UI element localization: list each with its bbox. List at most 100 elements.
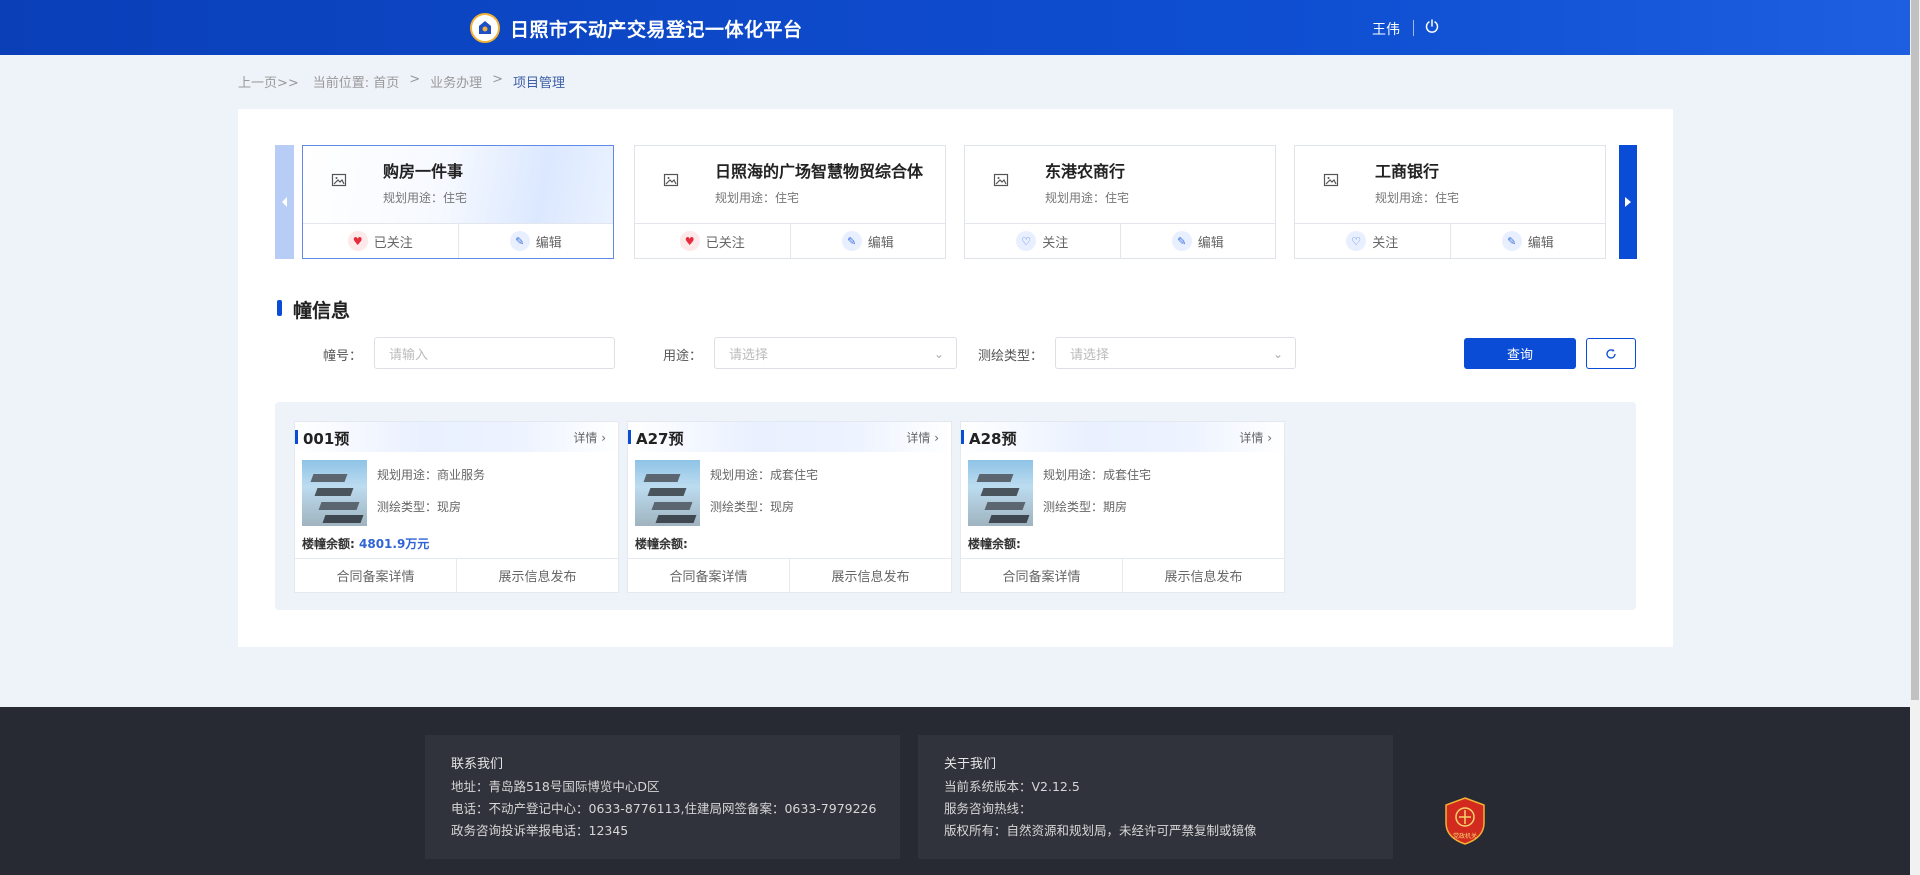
image-placeholder-icon [1323,172,1339,188]
page-scrollbar[interactable] [1910,0,1920,875]
project-use: 规划用途：住宅 [715,191,800,205]
about-copyright: 版权所有：自然资源和规划局，未经许可严禁复制或镜像 [944,823,1257,838]
breadcrumb-sep: > [492,72,504,87]
edit-button[interactable]: ✎ 编辑 [789,224,946,258]
contract-detail-button[interactable]: 合同备案详情 [295,559,456,592]
carousel-next-button[interactable] [1619,145,1637,259]
breadcrumb-current: 项目管理 [513,76,566,91]
image-placeholder-icon [663,172,679,188]
survey-type-label: 测绘类型： [978,349,1044,364]
government-badge-icon[interactable]: 党政机关 [1444,797,1486,845]
project-use: 规划用途：住宅 [383,191,468,205]
platform-logo [470,13,500,43]
contact-title: 联系我们 [451,757,504,772]
edit-icon: ✎ [509,231,530,251]
building-no-input[interactable]: 请输入 [374,337,615,369]
breadcrumb-home[interactable]: 首页 [373,72,399,91]
building-detail-link[interactable]: 详情 › [906,429,939,446]
contact-address: 地址：青岛路518号国际博览中心D区 [451,779,660,794]
user-name[interactable]: 王伟 [1372,19,1400,39]
svg-text:党政机关: 党政机关 [1453,832,1477,840]
project-use: 规划用途：住宅 [1045,191,1130,205]
building-no-placeholder: 请输入 [389,347,429,363]
heart-filled-icon: ♥ [347,231,368,251]
logout-power-icon[interactable] [1424,18,1442,36]
chevron-right-icon: › [934,431,939,445]
building-accent-bar [628,430,631,444]
follow-label: 关注 [1042,235,1069,251]
building-balance: 楼幢余额: [968,535,1021,552]
project-name: 购房一件事 [383,162,464,181]
building-detail-link[interactable]: 详情 › [573,429,606,446]
project-name: 工商银行 [1375,162,1440,181]
building-balance: 楼幢余额: [635,535,688,552]
image-placeholder-icon [993,172,1009,188]
edit-button[interactable]: ✎ 编辑 [1119,224,1276,258]
logo-emblem-icon [479,21,491,34]
breadcrumb: 上一页>> 当前位置: 首页 > 业务办理 > 项目管理 [238,72,565,91]
about-box: 关于我们 当前系统版本：V2.12.5 服务咨询热线： 版权所有：自然资源和规划… [918,735,1393,859]
refresh-button[interactable] [1586,338,1636,369]
edit-button[interactable]: ✎ 编辑 [457,224,614,258]
query-button[interactable]: 查询 [1464,338,1576,369]
heart-filled-icon: ♥ [679,231,700,251]
refresh-icon [1606,348,1616,359]
publish-info-button[interactable]: 展示信息发布 [1122,559,1284,592]
project-name: 日照海的广场智慧物贸综合体 [715,162,924,181]
edit-icon: ✎ [1171,231,1192,251]
publish-info-button[interactable]: 展示信息发布 [456,559,618,592]
publish-info-button[interactable]: 展示信息发布 [789,559,951,592]
project-card-actions: ♥ 已关注 ✎ 编辑 [303,223,613,258]
section-accent-bar [277,300,282,316]
edit-label: 编辑 [867,235,894,251]
breadcrumb-position-label: 当前位置: [312,76,370,91]
section-title: 幢信息 [293,300,351,322]
edit-label: 编辑 [1197,235,1224,251]
project-card[interactable]: 购房一件事 规划用途：住宅 ♥ 已关注 ✎ 编辑 [302,145,614,259]
building-card: 001预 详情 › 规划用途：商业服务 测绘类型：现房 楼幢余额: 4801.9… [294,421,619,593]
building-name: 001预 [303,430,350,448]
project-name: 东港农商行 [1045,162,1126,181]
edit-button[interactable]: ✎ 编辑 [1449,224,1606,258]
survey-type-placeholder: 请选择 [1070,347,1110,363]
edit-icon: ✎ [841,231,862,251]
building-accent-bar [961,430,964,444]
image-placeholder-icon [331,172,347,188]
usage-select[interactable]: 请选择 ⌄ [714,337,957,369]
building-detail-link[interactable]: 详情 › [1239,429,1272,446]
project-card[interactable]: 工商银行 规划用途：住宅 ♡ 关注 ✎ 编辑 [1294,145,1606,259]
scrollbar-thumb[interactable] [1911,0,1919,700]
carousel-prev-button[interactable] [275,145,294,259]
chevron-down-icon: ⌄ [1272,347,1283,361]
project-card[interactable]: 日照海的广场智慧物贸综合体 规划用途：住宅 ♥ 已关注 ✎ 编辑 [634,145,946,259]
project-card[interactable]: 东港农商行 规划用途：住宅 ♡ 关注 ✎ 编辑 [964,145,1276,259]
survey-type-select[interactable]: 请选择 ⌄ [1055,337,1296,369]
follow-button[interactable]: ♡ 关注 [965,224,1120,258]
contract-detail-button[interactable]: 合同备案详情 [961,559,1122,592]
detail-label: 详情 [1239,431,1264,445]
breadcrumb-sep: > [409,72,421,87]
balance-label: 楼幢余额: [968,537,1021,551]
detail-label: 详情 [573,431,598,445]
detail-label: 详情 [906,431,931,445]
follow-button[interactable]: ♥ 已关注 [303,224,458,258]
building-card: A28预 详情 › 规划用途：成套住宅 测绘类型：期房 楼幢余额: 合同备案详情… [960,421,1285,593]
heart-outline-icon: ♡ [1346,231,1367,251]
building-card-actions: 合同备案详情 展示信息发布 [628,558,951,592]
building-card-actions: 合同备案详情 展示信息发布 [295,558,618,592]
building-thumbnail [302,460,367,526]
breadcrumb-business[interactable]: 业务办理 [430,72,482,91]
back-link[interactable]: 上一页>> [238,72,299,91]
edit-label: 编辑 [1527,235,1554,251]
about-version: 当前系统版本：V2.12.5 [944,779,1080,794]
contract-detail-button[interactable]: 合同备案详情 [628,559,789,592]
building-survey-type: 测绘类型：现房 [377,500,462,514]
follow-button[interactable]: ♡ 关注 [1295,224,1450,258]
chevron-right-icon [1625,197,1631,207]
building-plan-use: 规划用途：成套住宅 [710,468,819,482]
usage-label: 用途： [663,349,703,364]
chevron-right-icon: › [601,431,606,445]
building-thumbnail [968,460,1033,526]
building-survey-type: 测绘类型：现房 [710,500,795,514]
follow-button[interactable]: ♥ 已关注 [635,224,790,258]
